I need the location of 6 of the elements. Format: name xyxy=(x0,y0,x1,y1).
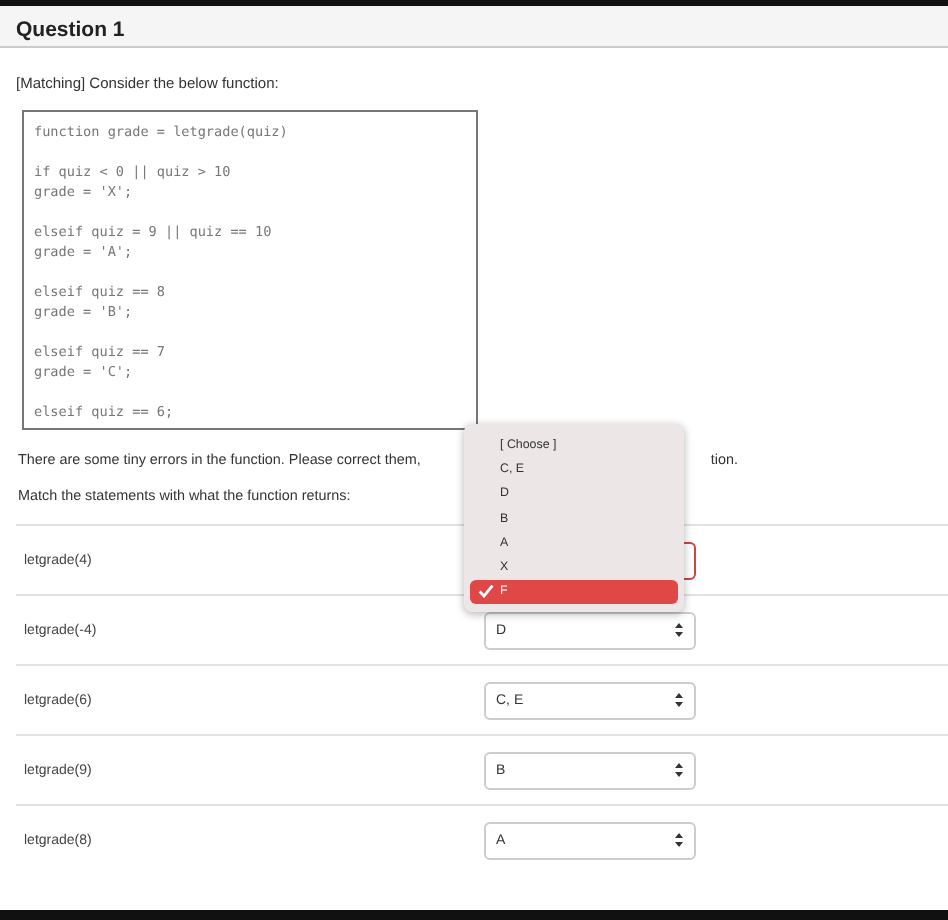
question-title: Question 1 xyxy=(16,18,125,42)
chevron-icon xyxy=(674,692,684,708)
chevron-icon xyxy=(674,622,684,638)
chevron-icon xyxy=(674,762,684,778)
checkmark-icon xyxy=(478,584,494,599)
chevron-icon xyxy=(674,832,684,848)
